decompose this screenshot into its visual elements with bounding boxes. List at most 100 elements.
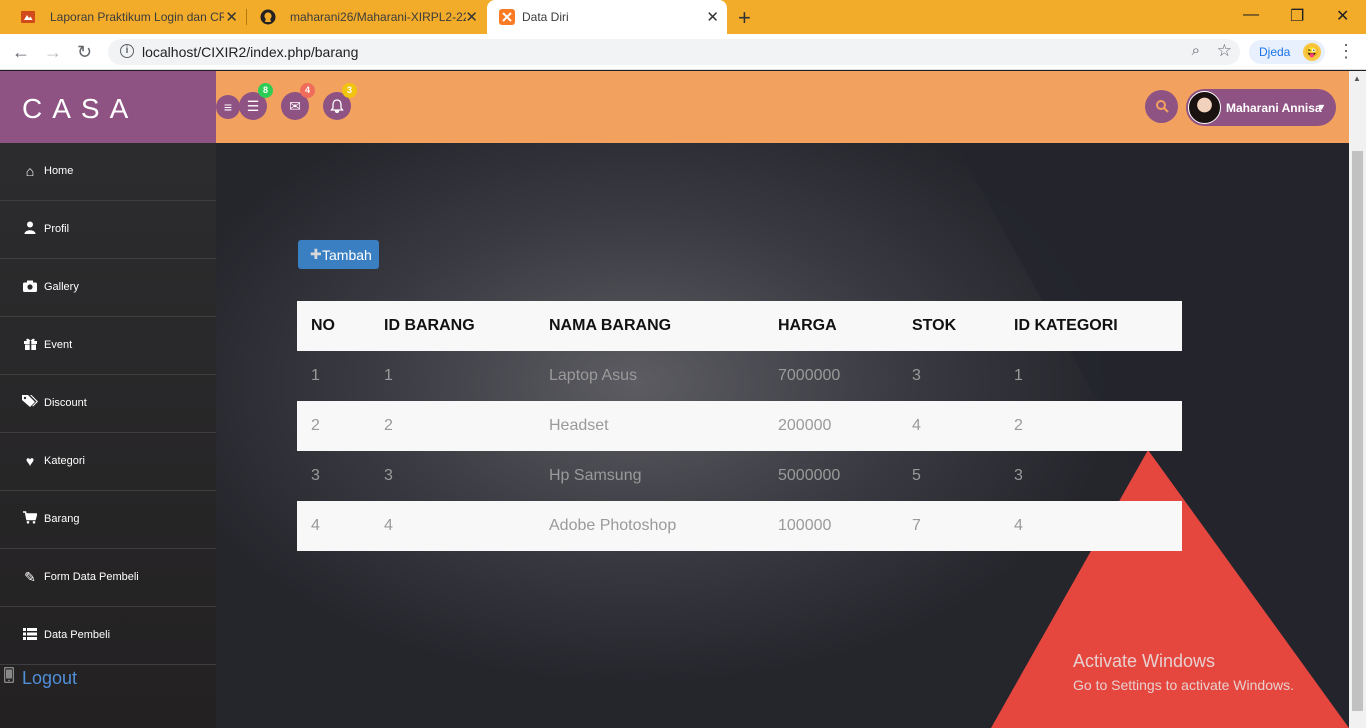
activation-watermark-title: Activate Windows xyxy=(1073,651,1216,671)
messages-button[interactable]: ✉ 4 xyxy=(281,83,315,120)
table-cell: 4 xyxy=(1000,501,1182,551)
browser-toolbar: ← → ↻ i localhost/CIXIR2/index.php/baran… xyxy=(0,34,1366,70)
document-favicon-icon xyxy=(20,9,36,25)
sidebar-item-home[interactable]: ⌂ Home xyxy=(0,143,216,201)
heart-icon: ♥ xyxy=(25,453,35,469)
add-button[interactable]: ✚ Tambah xyxy=(298,240,379,269)
sidebar-item-label: Kategori xyxy=(44,455,85,467)
bookmark-star-icon[interactable]: ☆ xyxy=(1217,41,1232,61)
table-cell: 3 xyxy=(311,467,320,484)
brand-logo[interactable]: CASA xyxy=(22,93,138,125)
column-header: ID BARANG xyxy=(370,301,535,351)
page-scrollbar[interactable]: ▲ xyxy=(1349,71,1366,728)
minimize-icon[interactable]: — xyxy=(1243,6,1259,24)
scroll-up-arrow-icon[interactable]: ▲ xyxy=(1353,74,1361,83)
avatar xyxy=(1188,91,1221,124)
table-cell: Headset xyxy=(535,401,764,451)
user-icon xyxy=(22,221,38,237)
info-icon[interactable]: i xyxy=(120,44,134,58)
table-cell: 7 xyxy=(898,501,1000,551)
tab-title: Data Diri xyxy=(522,10,569,24)
forward-arrow-icon[interactable]: → xyxy=(44,42,62,63)
user-name: Maharani Annisa xyxy=(1226,101,1322,115)
sidebar-item-label: Event xyxy=(44,339,73,351)
sidebar-item-label: Gallery xyxy=(44,281,79,293)
table-cell: Hp Samsung xyxy=(549,467,642,484)
table-cell: Laptop Asus xyxy=(549,367,638,384)
browser-profile-chip[interactable]: Djeda 😜 xyxy=(1249,40,1325,64)
list-icon xyxy=(22,627,38,643)
brand-header: CASA xyxy=(0,71,216,143)
table-cell: 7000000 xyxy=(778,367,841,384)
browser-menu-icon[interactable]: ⋮ xyxy=(1337,41,1355,62)
table-cell: 3 xyxy=(912,367,921,384)
restore-icon[interactable]: ❐ xyxy=(1290,6,1304,26)
activation-watermark-subtitle: Go to Settings to activate Windows. xyxy=(1073,677,1294,693)
table-cell: 1 xyxy=(1014,367,1023,384)
top-navbar: ≡ ☰ 8 ✉ 4 3 Maharani Annisa ▼ xyxy=(216,71,1349,143)
table-row: 1 1 Laptop Asus 7000000 3 1 xyxy=(297,351,1182,401)
browser-tab-laporan[interactable]: Laporan Praktikum Login dan CR ✕ xyxy=(8,0,246,34)
tab-title: Laporan Praktikum Login dan CR xyxy=(50,10,224,24)
url-text[interactable]: localhost/CIXIR2/index.php/barang xyxy=(142,44,358,60)
sidebar-item-event[interactable]: Event xyxy=(0,317,216,375)
tags-icon xyxy=(22,395,38,411)
scrollbar-thumb[interactable] xyxy=(1352,151,1363,711)
sidebar-item-label: Barang xyxy=(44,513,80,525)
close-tab-icon[interactable]: ✕ xyxy=(706,8,719,26)
sidebar-item-label: Data Pembeli xyxy=(44,629,111,641)
column-header: HARGA xyxy=(764,301,898,351)
table-cell: 2 xyxy=(370,401,535,451)
table-cell: 1 xyxy=(311,367,320,384)
browser-tab-data-diri[interactable]: Data Diri ✕ xyxy=(487,0,727,34)
github-favicon-icon xyxy=(260,9,276,25)
xampp-favicon-icon xyxy=(499,9,515,25)
pencil-icon: ✎ xyxy=(24,569,36,585)
logout-link[interactable]: Logout xyxy=(0,665,216,695)
notifications-button[interactable]: 3 xyxy=(323,83,357,120)
logout-label[interactable]: Logout xyxy=(22,668,77,689)
tasks-button[interactable]: ☰ 8 xyxy=(239,83,273,120)
new-tab-icon[interactable]: + xyxy=(738,5,751,31)
tasks-icon: ☰ xyxy=(246,98,260,114)
zoom-icon[interactable]: ⌕ xyxy=(1192,42,1200,59)
main-content: ✚ Tambah NO ID BARANG NAMA BARANG HARGA … xyxy=(216,143,1349,728)
table-cell: 4 xyxy=(370,501,535,551)
close-tab-icon[interactable]: ✕ xyxy=(225,8,238,26)
table-cell: 4 xyxy=(898,401,1000,451)
browser-tab-github[interactable]: maharani26/Maharani-XIRPL2-22 ✕ xyxy=(248,0,486,34)
close-tab-icon[interactable]: ✕ xyxy=(465,8,478,26)
barang-table: NO ID BARANG NAMA BARANG HARGA STOK ID K… xyxy=(297,301,1182,551)
sidebar-item-form-data-pembeli[interactable]: ✎ Form Data Pembeli xyxy=(0,549,216,607)
back-arrow-icon[interactable]: ← xyxy=(12,42,30,63)
close-window-icon[interactable]: ✕ xyxy=(1336,6,1349,26)
plus-icon: ✚ xyxy=(310,246,322,262)
sidebar-item-label: Form Data Pembeli xyxy=(44,571,139,583)
sidebar-item-kategori[interactable]: ♥ Kategori xyxy=(0,433,216,491)
search-button[interactable] xyxy=(1145,90,1178,123)
profile-emoji-icon: 😜 xyxy=(1303,43,1321,61)
hamburger-menu-icon[interactable]: ≡ xyxy=(216,95,240,119)
sidebar-item-label: Discount xyxy=(44,397,87,409)
table-row: 2 2 Headset 200000 4 2 xyxy=(297,401,1182,451)
camera-icon xyxy=(22,279,38,295)
mobile-phone-icon xyxy=(3,666,15,688)
sidebar-item-discount[interactable]: Discount xyxy=(0,375,216,433)
user-menu-button[interactable]: Maharani Annisa ▼ xyxy=(1186,89,1336,126)
sidebar-item-barang[interactable]: Barang xyxy=(0,491,216,549)
search-icon xyxy=(1155,98,1169,115)
table-cell: 5000000 xyxy=(778,467,841,484)
sidebar-item-profil[interactable]: Profil xyxy=(0,201,216,259)
sidebar-item-label: Profil xyxy=(44,223,70,235)
sidebar-item-label: Home xyxy=(44,165,74,177)
column-header: NO xyxy=(297,301,370,351)
sidebar-item-data-pembeli[interactable]: Data Pembeli xyxy=(0,607,216,665)
home-icon: ⌂ xyxy=(25,163,35,179)
table-cell: 1 xyxy=(384,367,393,384)
table-cell: 100000 xyxy=(764,501,898,551)
reload-icon[interactable]: ↻ xyxy=(77,42,92,63)
address-bar[interactable]: i localhost/CIXIR2/index.php/barang ⌕ ☆ xyxy=(108,39,1240,65)
sidebar-item-gallery[interactable]: Gallery xyxy=(0,259,216,317)
table-row: 3 3 Hp Samsung 5000000 5 3 xyxy=(297,451,1182,501)
column-header: ID KATEGORI xyxy=(1000,301,1182,351)
